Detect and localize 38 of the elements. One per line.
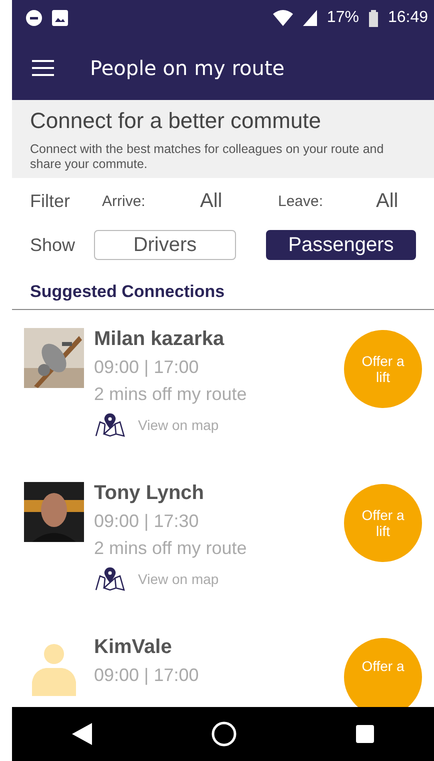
- clock: 16:49: [388, 9, 428, 27]
- offer-lift-button[interactable]: Offer a lift: [344, 330, 422, 408]
- toggle-option[interactable]: Passengers: [266, 230, 416, 260]
- image-icon: [52, 10, 68, 26]
- banner-title: Connect for a better commute: [30, 108, 322, 134]
- filter-label: Filter: [30, 190, 71, 212]
- map-pin-icon: [94, 567, 126, 591]
- view-on-map-link[interactable]: View on map: [138, 417, 219, 433]
- offer-lift-button[interactable]: Offer a: [344, 638, 422, 707]
- commute-times: 09:00 | 17:00: [94, 357, 200, 378]
- person-name: Tony Lynch: [94, 482, 205, 505]
- back-icon[interactable]: [72, 723, 92, 745]
- detour-text: 2 mins off my route: [94, 538, 248, 559]
- view-on-map-link[interactable]: View on map: [138, 571, 219, 587]
- leave-dropdown[interactable]: All: [376, 190, 416, 212]
- detour-text: 2 mins off my route: [94, 384, 248, 405]
- person-name: Milan kazarka: [94, 328, 226, 351]
- leave-label: Leave:: [278, 192, 324, 210]
- banner-description: Connect with the best matches for colleagues on your route and share your commute.: [30, 142, 385, 172]
- commute-times: 09:00 | 17:00: [94, 665, 200, 686]
- person-name: KimVale: [94, 636, 173, 659]
- battery-icon: [368, 10, 378, 26]
- arrive-label: Arrive:: [102, 192, 146, 210]
- offer-lift-button[interactable]: Offer a lift: [344, 484, 422, 562]
- home-icon[interactable]: [210, 721, 237, 747]
- arrive-dropdown[interactable]: All: [200, 190, 278, 212]
- commute-times: 09:00 | 17:30: [94, 511, 200, 532]
- screen-title: People on my route: [90, 56, 285, 80]
- wifi-icon: [272, 10, 293, 26]
- map-pin-icon: [94, 413, 126, 437]
- battery-percentage: 17%: [326, 9, 359, 27]
- toggle-option[interactable]: Drivers: [94, 230, 236, 260]
- show-label: Show: [30, 234, 76, 256]
- menu-icon[interactable]: [32, 60, 54, 76]
- do-not-disturb-icon: [26, 10, 42, 26]
- section-heading: Suggested Connections: [12, 266, 434, 310]
- recents-icon[interactable]: [356, 725, 374, 743]
- signal-icon: [302, 10, 317, 26]
